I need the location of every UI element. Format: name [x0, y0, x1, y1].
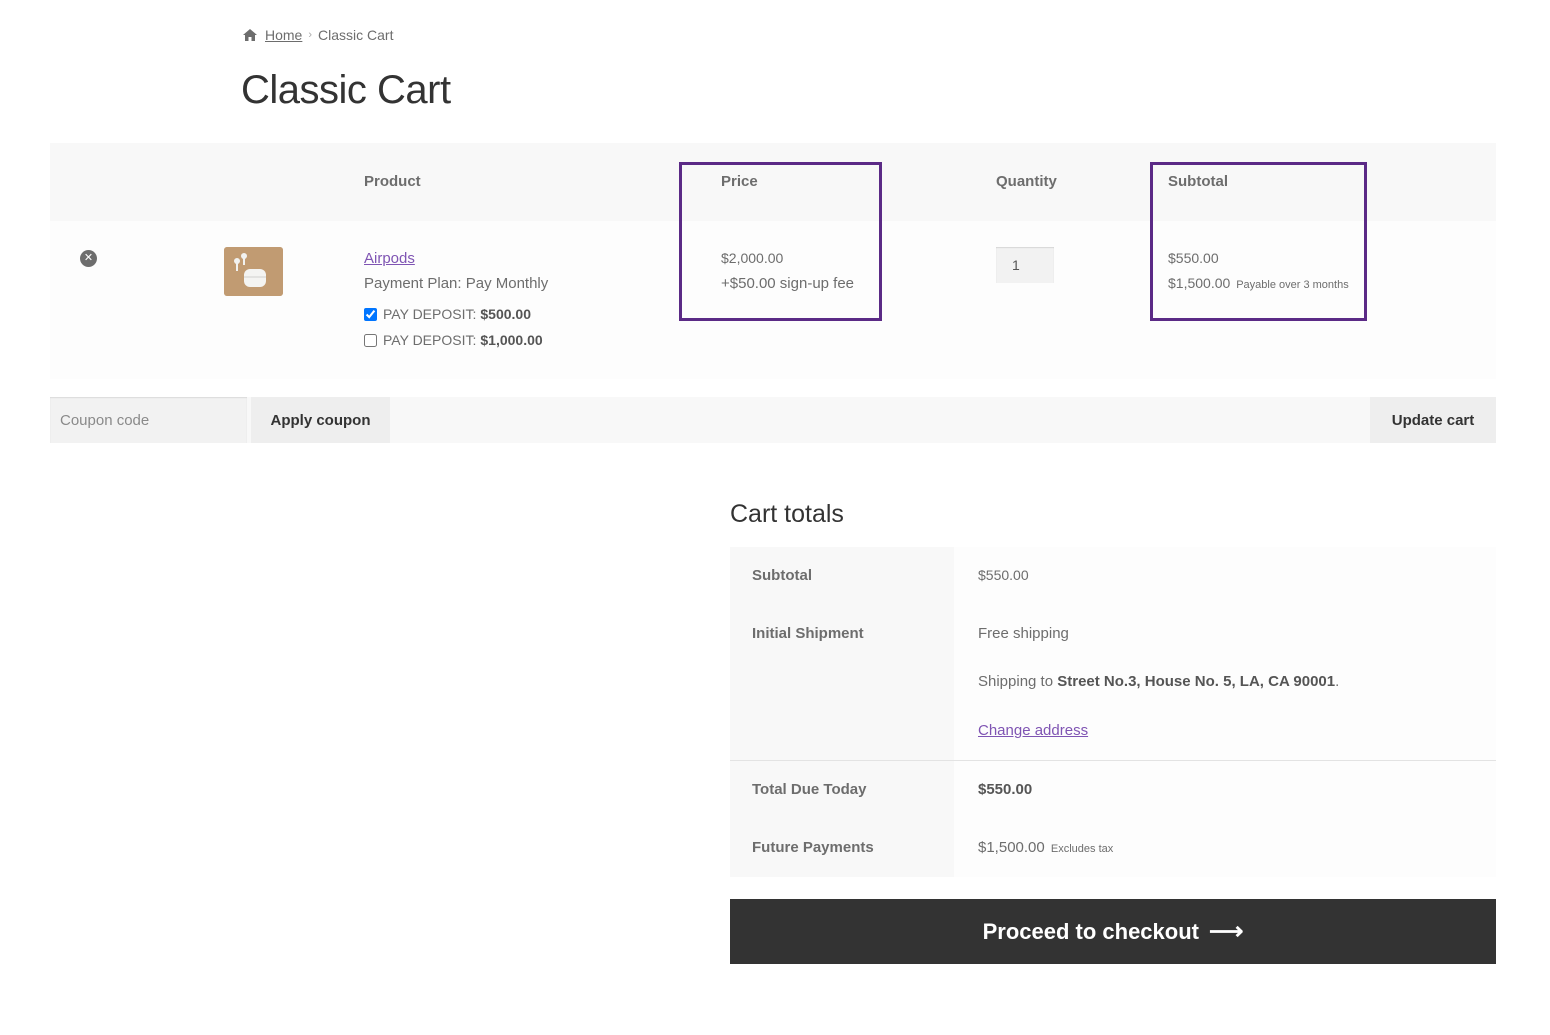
- deposit-checkbox-1[interactable]: [364, 307, 377, 321]
- cart-table-header: Product Price Quantity Subtotal: [50, 143, 1496, 221]
- totals-row-due-today: Total Due Today $550.00: [730, 761, 1496, 819]
- shipping-destination: Shipping to Street No.3, House No. 5, LA…: [978, 673, 1339, 690]
- shipping-to-prefix: Shipping to: [978, 673, 1054, 690]
- totals-row-shipment: Initial Shipment Free shipping Shipping …: [730, 605, 1496, 761]
- cart-totals-title: Cart totals: [730, 500, 844, 528]
- item-signup-fee: +$50.00 sign-up fee: [721, 275, 855, 292]
- shipping-to-suffix: .: [1335, 673, 1340, 690]
- future-amount-note: Payable over 3 months: [1236, 279, 1349, 291]
- future-payments-amount: $1,500.00: [978, 839, 1045, 856]
- header-price: Price: [721, 173, 758, 190]
- breadcrumb: Home › Classic Cart: [242, 25, 394, 45]
- item-future-amount: $1,500.00 Payable over 3 months: [1168, 275, 1349, 291]
- totals-subtotal-label: Subtotal: [752, 567, 812, 584]
- totals-row-future-payments: Future Payments $1,500.00 Excludes tax: [730, 819, 1496, 877]
- total-due-value: $550.00: [978, 781, 1033, 798]
- product-name-link[interactable]: Airpods: [364, 250, 415, 267]
- deposit-checkbox-2[interactable]: [364, 333, 377, 347]
- deposit-option-1[interactable]: PAY DEPOSIT: $500.00: [364, 306, 531, 322]
- shipping-method: Free shipping: [978, 625, 1069, 642]
- page-title: Classic Cart: [241, 68, 451, 112]
- arrow-right-icon: ⟶: [1208, 918, 1244, 945]
- deposit-label-2: PAY DEPOSIT:: [383, 332, 477, 348]
- cart-totals-table: Subtotal $550.00 Initial Shipment Free s…: [730, 547, 1496, 877]
- deposit-amount-1: $500.00: [480, 306, 531, 322]
- breadcrumb-current: Classic Cart: [318, 27, 394, 43]
- breadcrumb-separator: ›: [308, 29, 313, 41]
- breadcrumb-home-link[interactable]: Home: [265, 27, 302, 43]
- home-icon: [242, 28, 258, 42]
- totals-divider: [730, 760, 1496, 761]
- payment-plan-text: Payment Plan: Pay Monthly: [364, 275, 549, 292]
- remove-item-icon[interactable]: ✕: [80, 250, 97, 267]
- update-cart-button[interactable]: Update cart: [1370, 397, 1496, 443]
- coupon-code-input[interactable]: [50, 397, 247, 443]
- future-payments-label: Future Payments: [752, 839, 874, 856]
- header-product: Product: [364, 173, 421, 190]
- change-address-link[interactable]: Change address: [978, 722, 1088, 739]
- proceed-to-checkout-button[interactable]: Proceed to checkout ⟶: [730, 899, 1496, 964]
- deposit-amount-2: $1,000.00: [480, 332, 543, 348]
- future-amount-value: $1,500.00: [1168, 275, 1231, 291]
- product-thumbnail[interactable]: [224, 247, 283, 296]
- item-price: $2,000.00: [721, 250, 784, 266]
- item-subtotal: $550.00: [1168, 250, 1219, 266]
- deposit-option-2[interactable]: PAY DEPOSIT: $1,000.00: [364, 332, 543, 348]
- quantity-input[interactable]: [996, 247, 1054, 283]
- shipping-address: Street No.3, House No. 5, LA, CA 90001: [1057, 673, 1336, 690]
- totals-shipment-label: Initial Shipment: [752, 625, 864, 642]
- checkout-button-label: Proceed to checkout: [982, 918, 1199, 944]
- apply-coupon-button[interactable]: Apply coupon: [251, 397, 390, 443]
- cart-item-row: [50, 221, 1496, 379]
- cart-actions: Apply coupon Update cart: [50, 397, 1496, 443]
- totals-row-subtotal: Subtotal $550.00: [730, 547, 1496, 605]
- cart-table: Product Price Quantity Subtotal ✕ Airpod…: [50, 143, 1496, 379]
- future-payments-value: $1,500.00 Excludes tax: [978, 839, 1113, 856]
- future-payments-note: Excludes tax: [1050, 843, 1114, 855]
- deposit-label-1: PAY DEPOSIT:: [383, 306, 477, 322]
- totals-subtotal-value: $550.00: [978, 567, 1029, 583]
- total-due-label: Total Due Today: [752, 781, 867, 798]
- header-subtotal: Subtotal: [1168, 173, 1228, 190]
- header-quantity: Quantity: [996, 173, 1057, 190]
